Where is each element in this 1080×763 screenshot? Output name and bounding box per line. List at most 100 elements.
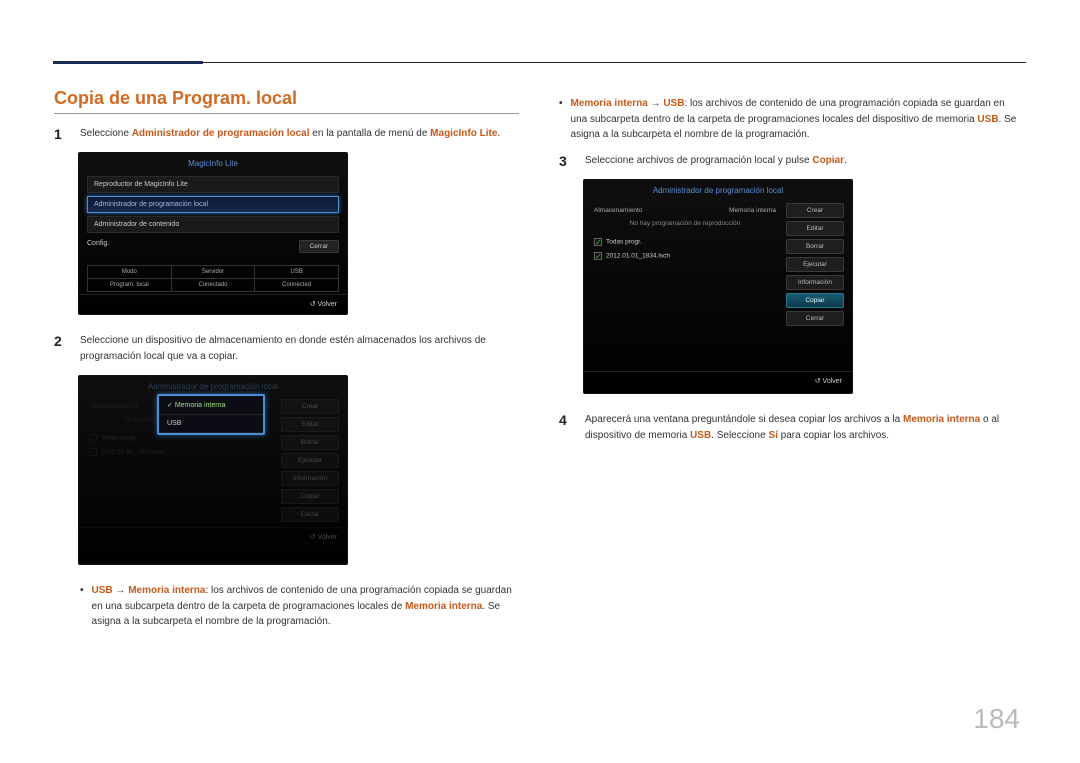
status-v: Conectado xyxy=(172,279,256,291)
checkbox-icon xyxy=(594,238,602,246)
btn-editar[interactable]: Editar xyxy=(786,221,844,236)
back-bar[interactable]: Volver xyxy=(79,294,347,314)
t: USB xyxy=(92,585,113,596)
t: USB xyxy=(663,98,684,109)
status-h: Modo xyxy=(88,266,172,278)
list-sub: No hay programación de reproducción xyxy=(592,218,778,235)
btn-borrar[interactable]: Borrar xyxy=(281,435,339,450)
side-buttons: Crear Editar Borrar Ejecutar Información… xyxy=(281,399,339,525)
status-h: USB xyxy=(255,266,338,278)
menu-item-local-schedule-mgr[interactable]: Administrador de programación local xyxy=(87,196,339,213)
t: Todas progr. xyxy=(101,435,137,442)
hdr: Almacenamiento xyxy=(89,403,137,410)
btn-informacion[interactable]: Información xyxy=(281,471,339,486)
screenshot-schedule-list: Administrador de programación local Crea… xyxy=(583,179,853,394)
btn-copiar[interactable]: Copiar xyxy=(786,293,844,308)
status-v: Connected xyxy=(255,279,338,291)
status-header-row: Modo Servidor USB xyxy=(87,265,339,279)
t: Sí xyxy=(768,430,777,441)
shot-title: Administrador de programación local xyxy=(584,180,852,199)
t: 2012.01.01_1834.lsch xyxy=(606,252,670,259)
step-number: 1 xyxy=(54,126,68,142)
status-v: Program. local xyxy=(88,279,172,291)
step-2: 2 Seleccione un dispositivo de almacenam… xyxy=(54,333,519,365)
t: Seleccione archivos de programación loca… xyxy=(585,155,812,166)
step-text: Aparecerá una ventana preguntándole si d… xyxy=(585,412,1024,444)
t: para copiar los archivos. xyxy=(778,430,889,441)
step-text: Seleccione un dispositivo de almacenamie… xyxy=(80,333,519,365)
t: . xyxy=(844,155,847,166)
right-column: Memoria interna → USB: los archivos de c… xyxy=(559,88,1024,640)
step-number: 4 xyxy=(559,412,573,444)
back-bar[interactable]: Volver xyxy=(584,371,852,391)
btn-crear[interactable]: Crear xyxy=(281,399,339,414)
t: Memoria interna xyxy=(128,585,205,596)
btn-informacion[interactable]: Información xyxy=(786,275,844,290)
left-column: Copia de una Program. local 1 Seleccione… xyxy=(54,88,519,640)
shot-title: Administrador de programación local xyxy=(79,376,347,395)
step-number: 3 xyxy=(559,153,573,169)
menu-item-config-row: Config. Cerrar xyxy=(87,236,339,257)
btn-editar[interactable]: Editar xyxy=(281,417,339,432)
t: Aparecerá una ventana preguntándole si d… xyxy=(585,414,903,425)
close-button[interactable]: Cerrar xyxy=(299,240,339,253)
t: en la pantalla de menú de xyxy=(310,128,431,139)
step-3: 3 Seleccione archivos de programación lo… xyxy=(559,153,1024,169)
t: → xyxy=(648,98,664,109)
side-buttons: Crear Editar Borrar Ejecutar Información… xyxy=(786,203,844,329)
step-text: Seleccione Administrador de programación… xyxy=(80,126,500,142)
t: Todas progr. xyxy=(606,238,642,245)
back-label: Volver xyxy=(823,378,842,385)
btn-cerrar[interactable]: Cerrar xyxy=(281,507,339,522)
t: → xyxy=(113,585,129,596)
t: Administrador de programación local xyxy=(132,128,310,139)
hdr: Almacenamiento xyxy=(594,207,642,214)
list-item[interactable]: 2012.01.01_1834.lsch xyxy=(592,249,778,263)
btn-borrar[interactable]: Borrar xyxy=(786,239,844,254)
bullet-usb-to-internal: USB → Memoria interna: los archivos de c… xyxy=(80,583,519,630)
t: . Seleccione xyxy=(711,430,768,441)
back-label: Volver xyxy=(318,534,337,541)
popup-option-usb[interactable]: USB xyxy=(159,415,263,433)
list-item[interactable]: 2012.01.01_1834.lsch xyxy=(87,445,273,459)
btn-copiar[interactable]: Copiar xyxy=(281,489,339,504)
t: USB xyxy=(977,114,998,125)
screenshot-storage-select: Administrador de programación local Crea… xyxy=(78,375,348,565)
step-1: 1 Seleccione Administrador de programaci… xyxy=(54,126,519,142)
step-text: Seleccione archivos de programación loca… xyxy=(585,153,847,169)
list-item[interactable]: Todas progr. xyxy=(592,235,778,249)
section-title: Copia de una Program. local xyxy=(54,88,519,114)
storage-popup: Memoria interna USB xyxy=(157,394,265,435)
t: MagicInfo Lite xyxy=(430,128,497,139)
btn-cerrar[interactable]: Cerrar xyxy=(786,311,844,326)
t: Seleccione xyxy=(80,128,132,139)
status-h: Servidor xyxy=(172,266,256,278)
bullet-internal-to-usb: Memoria interna → USB: los archivos de c… xyxy=(559,96,1024,143)
t: . xyxy=(497,128,500,139)
checkbox-icon xyxy=(594,252,602,260)
btn-ejecutar[interactable]: Ejecutar xyxy=(281,453,339,468)
page-number: 184 xyxy=(973,703,1020,735)
list-header: Almacenamiento Memoria interna xyxy=(592,203,778,218)
step-4: 4 Aparecerá una ventana preguntándole si… xyxy=(559,412,1024,444)
screenshot-magicinfo-menu: MagicInfo Lite Reproductor de MagicInfo … xyxy=(78,152,348,315)
hdr: Memoria interna xyxy=(729,207,776,214)
menu-item-content-mgr[interactable]: Administrador de contenido xyxy=(87,216,339,233)
top-accent xyxy=(53,61,203,64)
back-bar[interactable]: Volver xyxy=(79,527,347,547)
btn-crear[interactable]: Crear xyxy=(786,203,844,218)
t: Memoria interna xyxy=(903,414,980,425)
menu-item-config[interactable]: Config. xyxy=(87,240,109,247)
t: Copiar xyxy=(812,155,844,166)
status-value-row: Program. local Conectado Connected xyxy=(87,279,339,292)
t: 2012.01.01_1834.lsch xyxy=(101,449,165,456)
shot-title: MagicInfo Lite xyxy=(79,153,347,172)
btn-ejecutar[interactable]: Ejecutar xyxy=(786,257,844,272)
t: USB xyxy=(690,430,711,441)
menu-item-player[interactable]: Reproductor de MagicInfo Lite xyxy=(87,176,339,193)
back-label: Volver xyxy=(318,301,337,308)
popup-option-memoria-interna[interactable]: Memoria interna xyxy=(159,396,263,415)
step-number: 2 xyxy=(54,333,68,365)
t: Memoria interna xyxy=(405,601,482,612)
t: Memoria interna xyxy=(571,98,648,109)
